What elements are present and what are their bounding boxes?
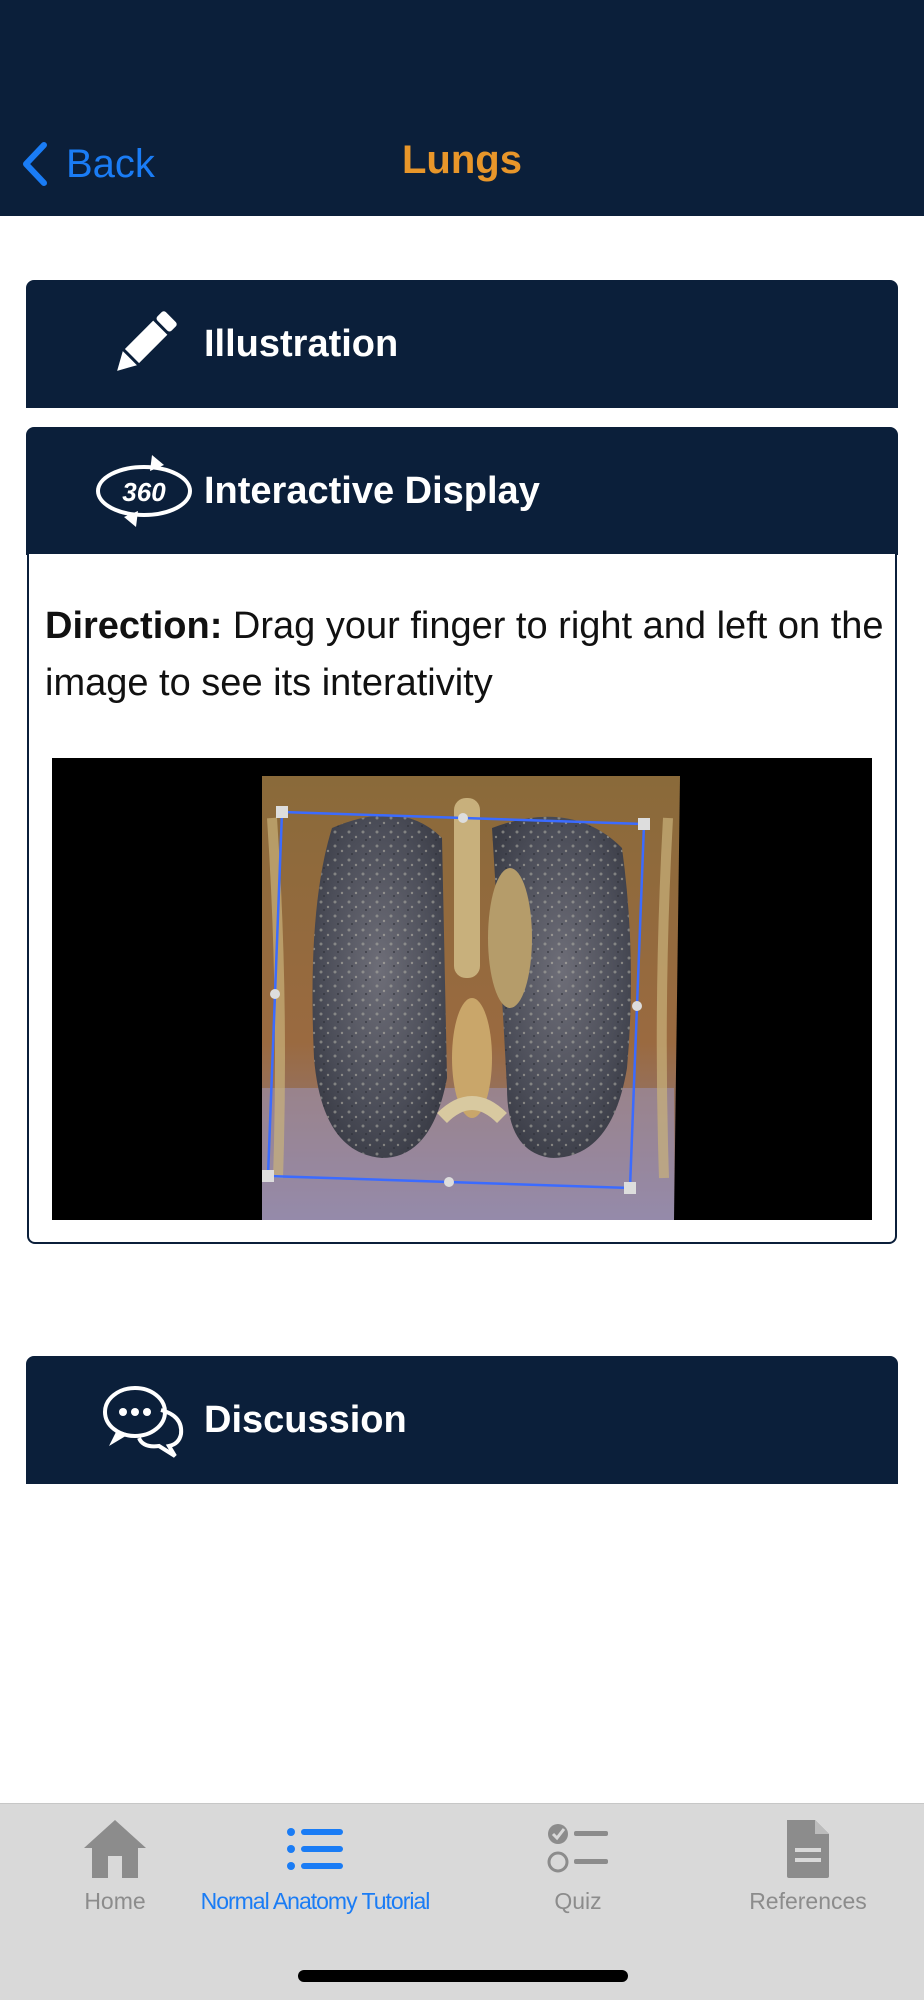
document-icon [787,1820,829,1878]
tab-normal-anatomy-tutorial-label: Normal Anatomy Tutorial [200,1888,431,1914]
chat-bubbles-icon [76,1380,212,1460]
direction-text: Direction: Drag your finger to right and… [45,598,885,712]
navigation-bar: Back Lungs [0,0,924,216]
page-title: Lungs [402,138,522,182]
rotate-360-icon: 360 [76,451,212,531]
tab-normal-anatomy-tutorial[interactable]: Normal Anatomy Tutorial [200,1818,430,1915]
pencil-icon [76,304,212,384]
home-indicator [298,1970,628,1982]
tab-home-label: Home [84,1888,146,1914]
tab-home[interactable]: Home [80,1818,150,1915]
interactive-lung-viewer[interactable] [52,758,872,1220]
list-icon [287,1828,343,1870]
rotate-360-text: 360 [122,477,166,507]
tab-references-label: References [749,1888,867,1914]
tab-quiz-label: Quiz [554,1888,602,1914]
lungs-ct-image [52,758,872,1220]
house-icon [84,1820,146,1878]
illustration-section-header[interactable]: Illustration [26,280,898,408]
checklist-icon [547,1824,608,1873]
tab-references[interactable]: References [740,1818,876,1915]
direction-label: Direction: [45,605,223,647]
tab-quiz[interactable]: Quiz [540,1818,616,1915]
interactive-display-label: Interactive Display [204,469,540,512]
illustration-label: Illustration [204,322,399,365]
discussion-section-header[interactable]: Discussion [26,1356,898,1484]
interactive-display-panel: Direction: Drag your finger to right and… [27,554,897,1244]
discussion-label: Discussion [204,1398,407,1441]
interactive-display-section-header[interactable]: 360 Interactive Display [26,427,898,555]
